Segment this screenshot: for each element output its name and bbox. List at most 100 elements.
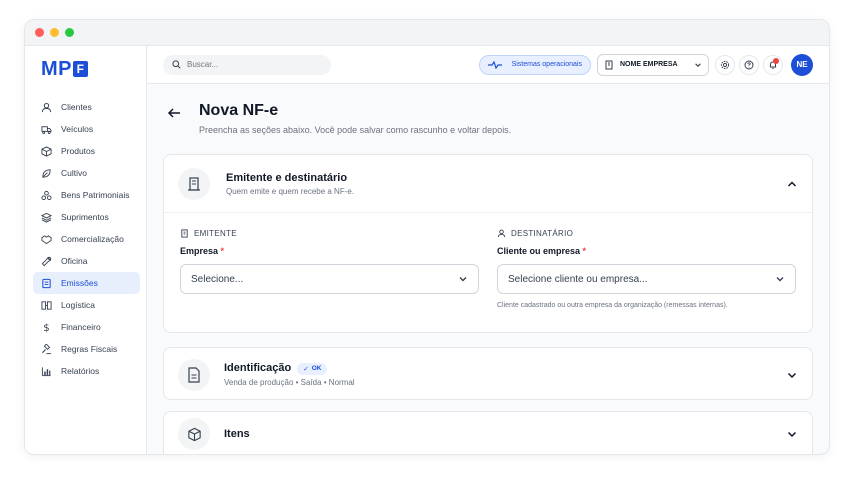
emitente-card-title: Emitente e destinatário xyxy=(226,171,348,184)
document-icon xyxy=(42,278,51,288)
logo[interactable]: MP F xyxy=(25,54,146,84)
cliente-label-text: Cliente ou empresa xyxy=(497,246,581,256)
sidebar-item-label: Produtos xyxy=(61,146,96,156)
empresa-select[interactable]: Selecione... xyxy=(180,264,479,294)
sidebar-item-7[interactable]: Comercialização xyxy=(33,228,140,250)
sidebar-item-label: Oficina xyxy=(61,256,88,266)
company-selector[interactable]: NOME EMPRESA xyxy=(597,53,709,76)
company-name: NOME EMPRESA xyxy=(620,61,678,68)
page-header: Nova NF-e Preencha as seções abaixo. Voc… xyxy=(167,102,813,135)
page-subtitle: Preencha as seções abaixo. Você pode sal… xyxy=(199,125,512,135)
topbar: Sistemas operacionais NOME EMPRESA xyxy=(147,46,829,84)
page-title: Nova NF-e xyxy=(199,102,279,119)
window-titlebar xyxy=(25,20,829,46)
sidebar-item-9[interactable]: Emissões xyxy=(33,272,140,294)
gear-icon xyxy=(720,60,730,69)
itens-card[interactable]: Itens xyxy=(163,411,813,454)
search-icon xyxy=(172,60,181,69)
destinatario-section-label: DESTINATÁRIO xyxy=(497,229,796,238)
ok-badge: ✓ OK xyxy=(297,362,328,375)
emitente-section-label: EMITENTE xyxy=(180,229,479,238)
notifications-button[interactable] xyxy=(763,54,783,75)
sidebar-item-6[interactable]: Suprimentos xyxy=(33,206,140,228)
chevron-down-icon[interactable] xyxy=(786,428,798,440)
emitente-section: EMITENTE Empresa * Selecione... xyxy=(180,229,479,309)
back-arrow-icon[interactable] xyxy=(167,106,181,120)
search-input[interactable] xyxy=(187,60,307,69)
maximize-window-dot[interactable] xyxy=(65,28,74,37)
close-window-dot[interactable] xyxy=(35,28,44,37)
user-icon xyxy=(497,229,506,238)
wrench-icon xyxy=(41,256,52,266)
destinatario-label-text: DESTINATÁRIO xyxy=(511,229,574,238)
sidebar-item-5[interactable]: Bens Patrimoniais xyxy=(33,184,140,206)
sidebar-item-label: Cultivo xyxy=(61,168,87,178)
cliente-help-text: Cliente cadastrado ou outra empresa da o… xyxy=(497,302,728,309)
identificacao-subtitle: Venda de produção • Saída • Normal xyxy=(224,377,355,387)
building-icon xyxy=(178,167,210,200)
chevron-up-icon[interactable] xyxy=(786,178,798,190)
truck-icon xyxy=(41,125,52,134)
emitente-destinatario-card: Emitente e destinatário Quem emite e que… xyxy=(163,154,813,333)
sidebar-item-4[interactable]: Cultivo xyxy=(33,162,140,184)
sidebar-item-3[interactable]: Produtos xyxy=(33,140,140,162)
package-icon xyxy=(178,418,210,450)
chevron-down-icon xyxy=(695,62,701,67)
emitente-card-subtitle: Quem emite e quem recebe a NF-e. xyxy=(226,186,355,196)
system-status-pill[interactable]: Sistemas operacionais xyxy=(478,54,591,75)
user-avatar[interactable]: NE xyxy=(791,53,813,76)
chart-icon xyxy=(41,366,51,376)
identificacao-card-header[interactable]: Identificação ✓ OK Venda de produção • Saí… xyxy=(164,348,812,401)
help-button[interactable] xyxy=(739,54,759,75)
sidebar-item-label: Financeiro xyxy=(61,322,101,332)
user-icon xyxy=(41,102,52,112)
cliente-select-value: Selecione cliente ou empresa... xyxy=(508,273,648,285)
sidebar-item-label: Veículos xyxy=(61,124,94,134)
destinatario-section: DESTINATÁRIO Cliente ou empresa * Seleci… xyxy=(497,229,796,309)
building-small-icon xyxy=(181,229,188,238)
chevron-down-icon[interactable] xyxy=(786,369,798,381)
sidebar-item-10[interactable]: Logística xyxy=(33,294,140,316)
sidebar-item-13[interactable]: Relatórios xyxy=(33,360,140,382)
cliente-label: Cliente ou empresa * xyxy=(497,246,796,256)
sidebar-nav: Clientes Veículos Produtos Cultivo Bens Patr… xyxy=(25,96,146,382)
required-mark: * xyxy=(582,246,587,256)
activity-icon xyxy=(487,60,502,69)
gavel-icon xyxy=(41,343,52,354)
minimize-window-dot[interactable] xyxy=(50,28,59,37)
dollar-icon: $ xyxy=(43,323,49,333)
empresa-select-value: Selecione... xyxy=(191,273,244,285)
sidebar-item-8[interactable]: Oficina xyxy=(33,250,140,272)
file-icon xyxy=(178,358,210,391)
assets-icon xyxy=(41,190,52,200)
sidebar-item-label: Bens Patrimoniais xyxy=(61,190,130,200)
svg-text:$: $ xyxy=(43,323,49,333)
sidebar-item-label: Comercialização xyxy=(61,234,124,244)
itens-title: Itens xyxy=(224,428,250,440)
route-icon xyxy=(41,300,52,310)
sidebar-item-1[interactable]: Clientes xyxy=(33,96,140,118)
settings-button[interactable] xyxy=(715,54,735,75)
search-box[interactable] xyxy=(163,54,331,75)
identificacao-title: Identificação xyxy=(224,362,292,375)
sidebar: MP F Clientes Veículos Produtos Cultivo Bens … xyxy=(25,46,147,454)
help-icon xyxy=(744,60,754,69)
sidebar-item-2[interactable]: Veículos xyxy=(33,118,140,140)
handshake-icon xyxy=(41,234,52,244)
layers-icon xyxy=(41,212,52,223)
box-icon xyxy=(41,145,52,157)
building-icon xyxy=(605,60,613,69)
sidebar-item-12[interactable]: Regras Fiscais xyxy=(33,338,140,360)
notification-badge xyxy=(773,57,779,64)
sidebar-item-label: Logística xyxy=(61,300,96,310)
cliente-select[interactable]: Selecione cliente ou empresa... xyxy=(497,264,796,294)
content: Nova NF-e Preencha as seções abaixo. Voc… xyxy=(147,84,829,454)
sidebar-item-label: Regras Fiscais xyxy=(61,344,118,354)
sidebar-item-11[interactable]: $ Financeiro xyxy=(33,316,140,338)
identificacao-card[interactable]: Identificação ✓ OK Venda de produção • Saí… xyxy=(163,347,813,400)
app-window: MP F Clientes Veículos Produtos Cultivo Bens … xyxy=(24,19,830,455)
emitente-card-header[interactable]: Emitente e destinatário Quem emite e que… xyxy=(164,155,812,213)
required-mark: * xyxy=(220,246,225,256)
sidebar-item-label: Suprimentos xyxy=(61,212,109,222)
itens-card-header[interactable]: Itens xyxy=(164,412,812,454)
